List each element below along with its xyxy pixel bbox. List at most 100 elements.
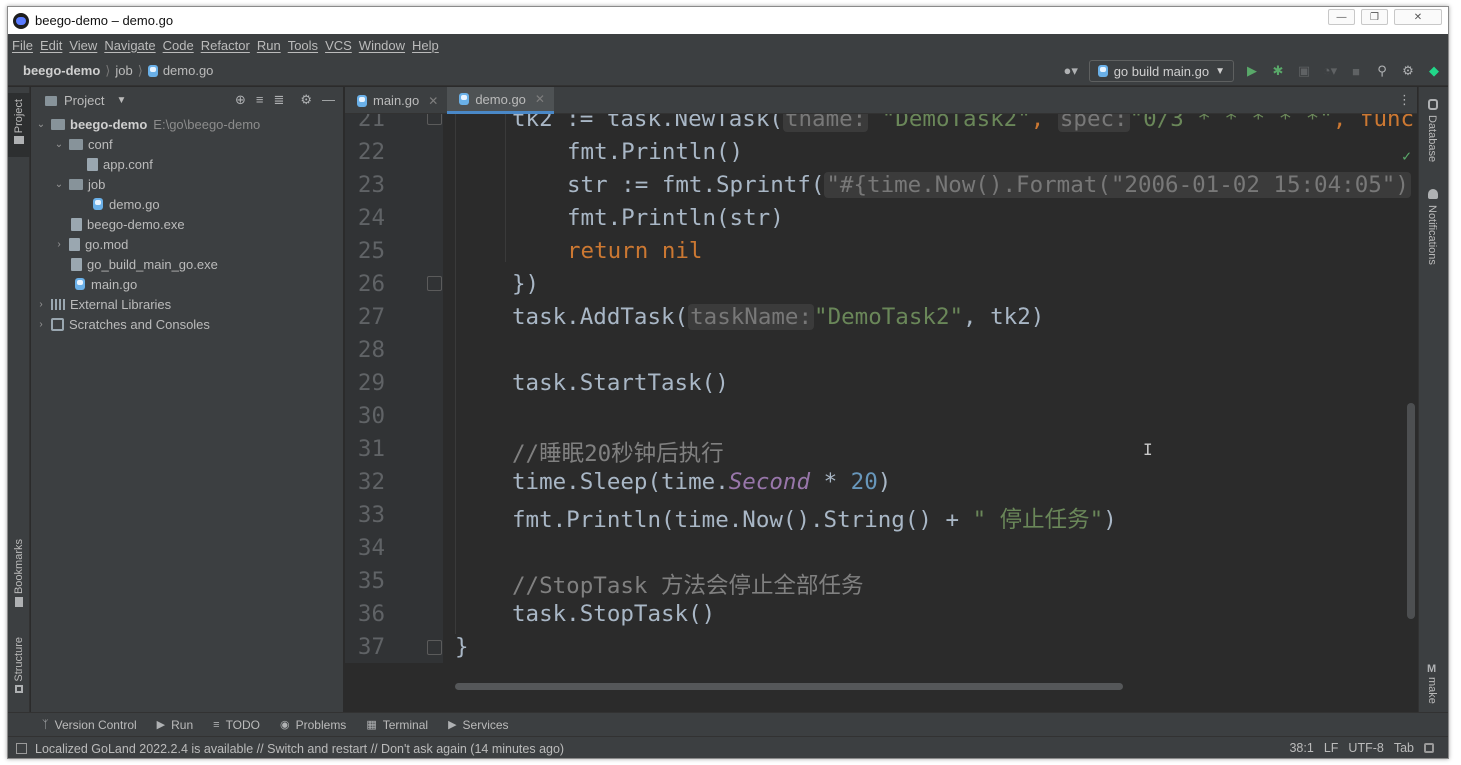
structure-tool-tab[interactable]: Structure xyxy=(8,637,30,693)
code-area[interactable]: 212223242526272829303132333435363738 tk2… xyxy=(345,114,1417,663)
tree-item-go-build-exe[interactable]: go_build_main_go.exe xyxy=(31,254,343,274)
breadcrumb-separator-icon: ⟩ xyxy=(105,62,111,78)
menu-vcs[interactable]: VCS xyxy=(325,38,352,53)
tree-item-label: beego-demo xyxy=(70,116,148,132)
menu-refactor[interactable]: Refactor xyxy=(201,38,250,53)
tree-item-job[interactable]: ⌄ job xyxy=(31,174,343,194)
parameter-hint: spec: xyxy=(1057,114,1130,132)
options-gear-icon[interactable]: ⚙ xyxy=(300,92,312,108)
tree-item-root[interactable]: ⌄ beego-demo E:\go\beego-demo xyxy=(31,114,343,134)
close-tab-icon[interactable]: ✕ xyxy=(428,94,438,108)
menu-view[interactable]: View xyxy=(69,38,97,53)
menu-code[interactable]: Code xyxy=(163,38,194,53)
make-tool-tab[interactable]: make xyxy=(1426,677,1438,704)
expand-all-icon[interactable]: ≡ xyxy=(256,92,264,108)
vertical-scrollbar[interactable] xyxy=(1407,403,1415,619)
tab-main-go[interactable]: main.go ✕ xyxy=(345,87,447,114)
status-message[interactable]: Localized GoLand 2022.2.4 is available /… xyxy=(35,742,564,756)
line-number: 35 xyxy=(357,568,385,594)
code-line-24: fmt.Println(str) xyxy=(567,205,784,231)
collapse-all-icon[interactable]: ≣ xyxy=(273,92,284,108)
settings-gear-icon[interactable]: ⚙ xyxy=(1400,63,1416,79)
coverage-icon[interactable]: ▣ xyxy=(1296,63,1312,79)
horizontal-scrollbar[interactable] xyxy=(455,683,1123,690)
debug-icon[interactable]: ✱ xyxy=(1270,63,1286,79)
tree-item-label: conf xyxy=(88,136,113,152)
tree-item-conf[interactable]: ⌄ conf xyxy=(31,134,343,154)
chevron-down-icon[interactable]: ⌄ xyxy=(53,139,65,150)
indent-setting[interactable]: Tab xyxy=(1394,741,1414,755)
tree-item-go-mod[interactable]: › go.mod xyxy=(31,234,343,254)
line-separator[interactable]: LF xyxy=(1324,741,1339,755)
caret-position[interactable]: 38:1 xyxy=(1289,741,1313,755)
tool-windows-toggle-icon[interactable] xyxy=(16,743,27,754)
database-tool-tab[interactable]: Database xyxy=(1426,115,1438,162)
project-view-title[interactable]: Project xyxy=(64,93,104,108)
tree-item-scratches[interactable]: › Scratches and Consoles xyxy=(31,314,343,334)
user-account-icon[interactable]: ●▾ xyxy=(1063,63,1079,79)
problems-icon: ◉ xyxy=(280,719,290,731)
hide-panel-icon[interactable]: — xyxy=(322,92,335,108)
lock-icon[interactable] xyxy=(1424,743,1434,753)
close-window-button[interactable]: ✕ xyxy=(1394,9,1442,25)
services-tool-button[interactable]: ▶ Services xyxy=(448,718,508,732)
problems-tool-button[interactable]: ◉ Problems xyxy=(280,718,346,732)
tree-item-app-conf[interactable]: app.conf xyxy=(31,154,343,174)
terminal-tool-button[interactable]: ▦ Terminal xyxy=(366,718,428,732)
tab-label: main.go xyxy=(373,93,420,108)
parameter-hint: tname: xyxy=(782,114,869,132)
code-line-35: //StopTask 方法会停止全部任务 xyxy=(512,573,864,599)
run-icon[interactable]: ▶ xyxy=(1244,63,1260,79)
fold-marker-icon[interactable] xyxy=(427,276,442,291)
more-tabs-icon[interactable]: ⋮ xyxy=(1398,92,1411,108)
bookmarks-tool-tab[interactable]: Bookmarks xyxy=(8,539,30,608)
version-control-tool-button[interactable]: ᛉ Version Control xyxy=(42,718,137,732)
file-encoding[interactable]: UTF-8 xyxy=(1348,741,1383,755)
line-number: 21 xyxy=(357,114,385,132)
menu-run[interactable]: Run xyxy=(257,38,281,53)
fold-marker-icon[interactable] xyxy=(427,640,442,655)
menu-tools[interactable]: Tools xyxy=(288,38,318,53)
folder-icon xyxy=(45,95,57,106)
profile-icon[interactable]: ◔▾ xyxy=(1322,63,1338,79)
chevron-right-icon[interactable]: › xyxy=(53,239,65,250)
breadcrumb-file[interactable]: demo.go xyxy=(163,63,214,78)
menu-window[interactable]: Window xyxy=(359,38,405,53)
project-tool-tab[interactable]: Project xyxy=(8,93,30,157)
project-panel: Project ▼ ⊕ ≡ ≣ ⚙ — ⌄ beego-demo E:\go\b… xyxy=(31,87,344,712)
line-number: 31 xyxy=(357,436,385,462)
line-number: 28 xyxy=(357,337,385,363)
select-opened-file-icon[interactable]: ⊕ xyxy=(235,92,246,108)
chevron-down-icon[interactable]: ⌄ xyxy=(35,119,47,130)
run-config-icon xyxy=(1097,65,1108,77)
tree-item-external-libraries[interactable]: › External Libraries xyxy=(31,294,343,314)
breadcrumb-folder[interactable]: job xyxy=(115,63,132,78)
chevron-right-icon[interactable]: › xyxy=(35,299,47,310)
minimize-button[interactable]: — xyxy=(1328,9,1355,25)
stop-icon[interactable]: ■ xyxy=(1348,63,1364,79)
notifications-tool-tab[interactable]: Notifications xyxy=(1426,205,1438,265)
search-icon[interactable]: ⚲ xyxy=(1374,63,1390,79)
menu-file[interactable]: File xyxy=(12,38,33,53)
tab-demo-go[interactable]: demo.go ✕ xyxy=(447,87,554,114)
todo-tool-button[interactable]: ≡ TODO xyxy=(213,718,260,732)
chevron-right-icon[interactable]: › xyxy=(35,319,47,330)
tree-item-demo-go[interactable]: demo.go xyxy=(31,194,343,214)
run-tool-button[interactable]: ▶ Run xyxy=(157,718,193,732)
code-with-me-icon[interactable]: ◆ xyxy=(1426,63,1442,79)
close-tab-icon[interactable]: ✕ xyxy=(535,92,545,106)
menu-help[interactable]: Help xyxy=(412,38,439,53)
menu-navigate[interactable]: Navigate xyxy=(104,38,155,53)
restore-button[interactable]: ❐ xyxy=(1361,9,1388,25)
tree-item-beego-demo-exe[interactable]: beego-demo.exe xyxy=(31,214,343,234)
tree-item-main-go[interactable]: main.go xyxy=(31,274,343,294)
line-number: 27 xyxy=(357,304,385,330)
line-number: 33 xyxy=(357,502,385,528)
fold-marker-icon[interactable] xyxy=(427,114,442,125)
menu-edit[interactable]: Edit xyxy=(40,38,62,53)
chevron-down-icon[interactable]: ⌄ xyxy=(53,179,65,190)
chevron-down-icon[interactable]: ▼ xyxy=(116,95,126,106)
breadcrumb-project[interactable]: beego-demo xyxy=(23,63,100,78)
run-configuration-select[interactable]: go build main.go ▼ xyxy=(1088,60,1234,82)
no-problems-check-icon[interactable]: ✓ xyxy=(1402,147,1411,165)
